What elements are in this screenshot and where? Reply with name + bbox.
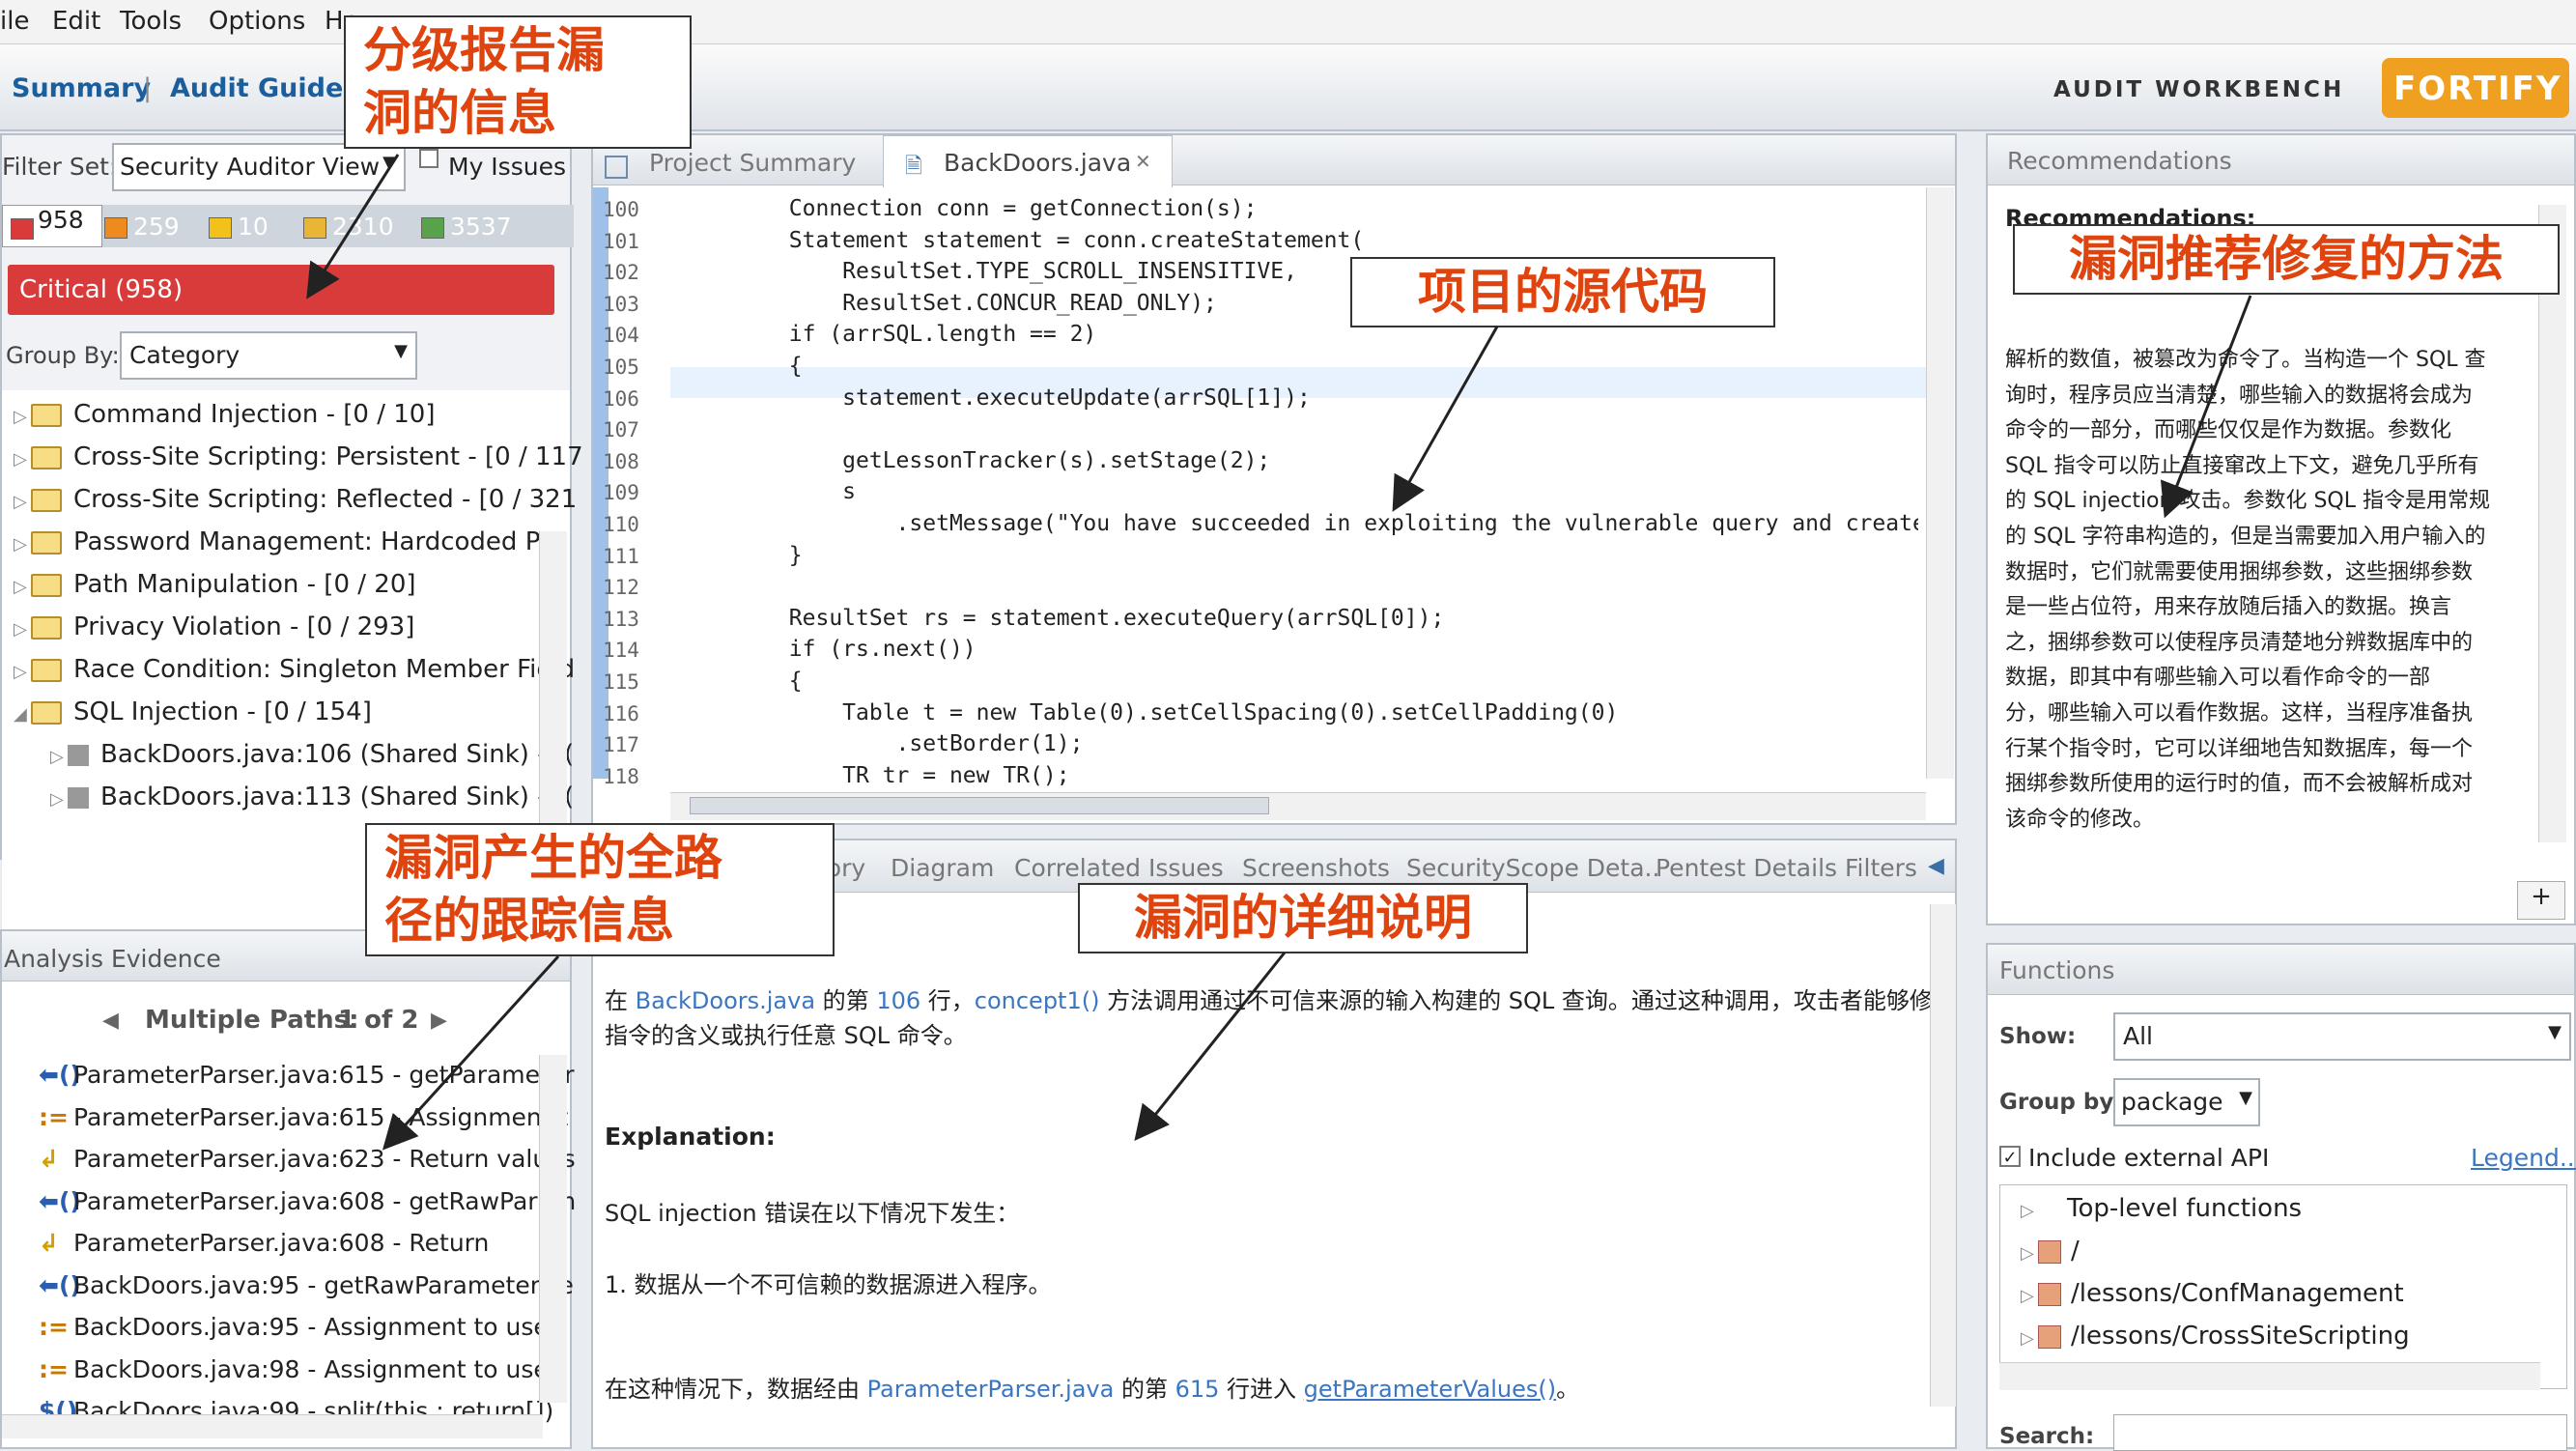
annotation-arrows [306,154,2252,1151]
arrow-line [2160,295,2252,519]
arrow-line [382,954,560,1151]
arrow-line [306,154,400,299]
arrow-line [1392,326,1499,512]
arrow-line [1134,952,1287,1142]
